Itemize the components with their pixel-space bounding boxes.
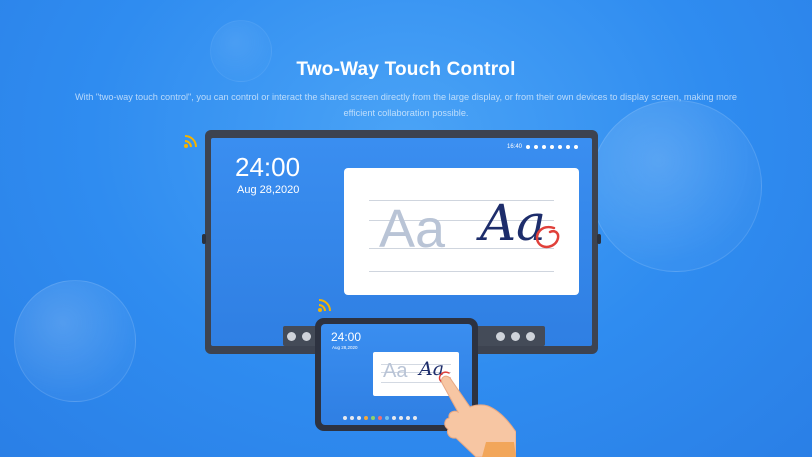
dock-app-icon[interactable]	[399, 415, 403, 420]
red-circle-mark-icon	[535, 225, 560, 249]
pointing-hand-icon	[441, 375, 516, 457]
status-icon	[550, 145, 554, 149]
status-icon	[534, 145, 538, 149]
page-description: With "two-way touch control", you can co…	[74, 92, 737, 118]
dock-app-icon[interactable]	[496, 331, 505, 341]
display-status-bar: 16:40	[507, 144, 578, 150]
display-handle-left	[202, 234, 206, 244]
whiteboard-card[interactable]: Aa Aa	[344, 168, 579, 295]
decor-bubble-right	[590, 100, 762, 272]
wifi-broadcast-icon	[318, 299, 331, 312]
dock-app-icon[interactable]	[378, 415, 382, 420]
status-icon	[542, 145, 546, 149]
dock-app-icon[interactable]	[385, 415, 389, 420]
decor-bubble-left	[14, 280, 136, 402]
dock-app-icon[interactable]	[302, 331, 311, 341]
dock-app-icon[interactable]	[392, 415, 396, 420]
dock-app-icon[interactable]	[357, 415, 361, 420]
tablet-clock-date: Aug 28,2020	[332, 345, 358, 350]
dock-app-icon[interactable]	[350, 415, 354, 420]
dock-app-icon[interactable]	[343, 415, 347, 420]
wifi-broadcast-icon	[184, 135, 197, 148]
dock-app-icon[interactable]	[287, 331, 296, 341]
display-handle-right	[597, 234, 601, 244]
printed-text-sample: Aa	[383, 360, 408, 382]
status-icon	[558, 145, 562, 149]
page-title: Two-Way Touch Control	[296, 59, 516, 80]
dock-app-icon[interactable]	[511, 331, 520, 341]
dock-app-icon[interactable]	[371, 415, 375, 420]
display-screen[interactable]: 24:00 Aug 28,2020 16:40 Aa Aa	[211, 138, 592, 346]
display-clock-time: 24:00	[235, 152, 301, 182]
dock-app-icon[interactable]	[364, 415, 368, 420]
printed-text-sample: Aa	[379, 199, 446, 259]
status-icon	[526, 145, 530, 149]
display-clock-date: Aug 28,2020	[237, 184, 300, 196]
tablet-clock-time: 24:00	[331, 330, 362, 344]
dock-app-icon[interactable]	[413, 415, 417, 420]
status-icon	[566, 145, 570, 149]
status-time: 16:40	[506, 144, 522, 150]
ruled-line	[369, 271, 554, 272]
status-icon	[574, 145, 578, 149]
dock-app-icon[interactable]	[406, 415, 410, 420]
dock-app-icon[interactable]	[526, 331, 535, 341]
